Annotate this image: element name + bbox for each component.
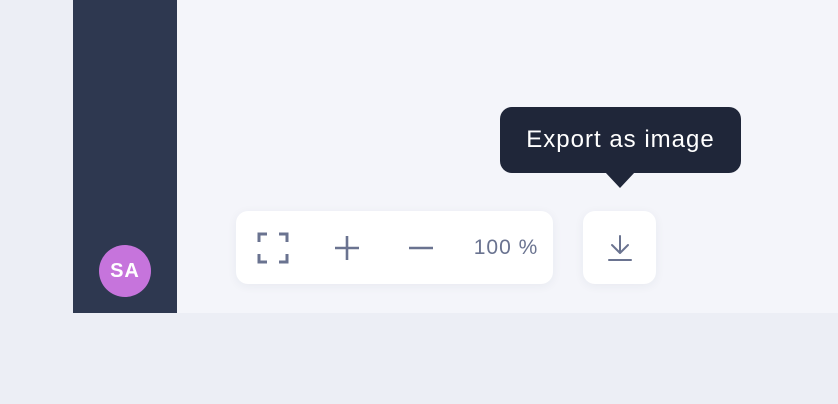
tooltip-arrow [605, 172, 635, 188]
zoom-in-button[interactable] [310, 211, 384, 284]
export-image-button[interactable] [583, 211, 656, 284]
fit-to-screen-button[interactable] [236, 211, 310, 284]
download-icon [607, 234, 632, 261]
export-tooltip: Export as image [500, 107, 741, 173]
app-background [0, 0, 73, 313]
zoom-level: 100 % [473, 235, 539, 259]
fullscreen-icon [257, 232, 289, 263]
zoom-out-button[interactable] [384, 211, 458, 284]
avatar[interactable]: SA [99, 245, 151, 297]
zoom-toolbar: 100 % [236, 211, 553, 284]
plus-icon [335, 235, 359, 260]
minus-icon [409, 246, 433, 249]
